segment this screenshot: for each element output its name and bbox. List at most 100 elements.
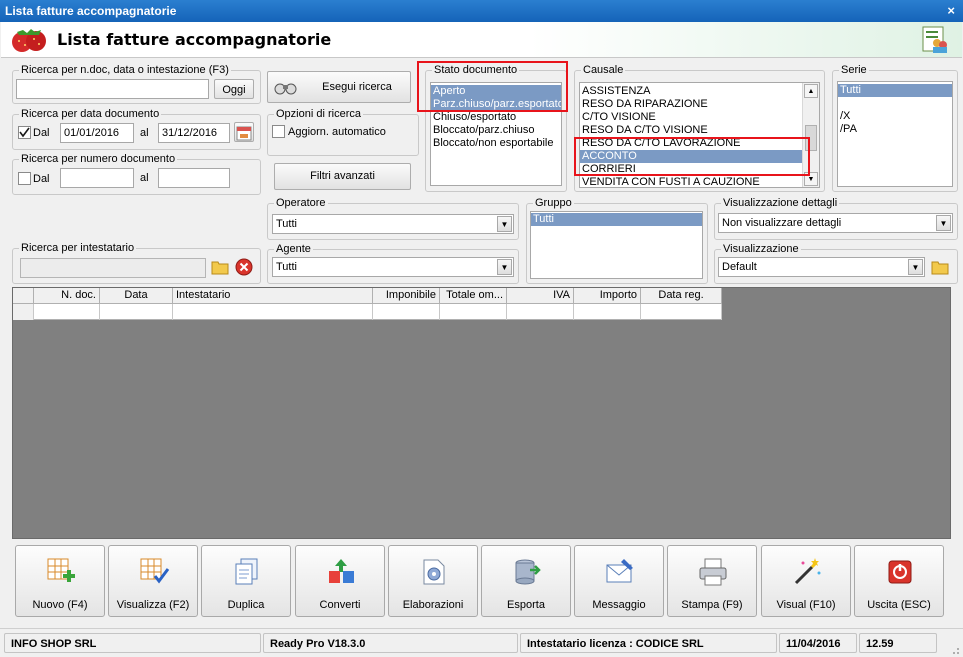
column-header[interactable]: Importo <box>574 288 641 304</box>
list-item[interactable]: RESO DA RIPARAZIONE <box>580 98 819 111</box>
users-list-icon[interactable] <box>922 26 948 54</box>
holder-browse-button[interactable] <box>210 257 230 277</box>
stampa-button[interactable]: Stampa (F9) <box>667 545 757 617</box>
list-item[interactable]: Bloccato/non esportabile <box>431 137 561 150</box>
uscita-button[interactable]: Uscita (ESC) <box>854 545 944 617</box>
search-ndoc-legend: Ricerca per n.doc, data o intestazione (… <box>19 64 231 76</box>
new-grid-icon <box>47 558 75 582</box>
vis-dettagli-value: Non visualizzare dettagli <box>722 217 842 229</box>
column-header[interactable]: Data reg. <box>641 288 722 304</box>
action-label: Visualizza (F2) <box>116 599 190 611</box>
elaborazioni-button[interactable]: Elaborazioni <box>388 545 478 617</box>
page-title: Lista fatture accompagnatorie <box>57 30 332 49</box>
column-header[interactable]: Totale om... <box>440 288 507 304</box>
chevron-down-icon[interactable]: ▼ <box>497 259 512 275</box>
table-cell[interactable] <box>100 304 173 320</box>
table-cell[interactable] <box>440 304 507 320</box>
list-item[interactable]: VENDITA CON FUSTI A CAUZIONE <box>580 176 819 187</box>
vis-dettagli-legend: Visualizzazione dettagli <box>721 197 840 209</box>
row-selector[interactable] <box>13 304 34 320</box>
date-from-input[interactable]: 01/01/2016 <box>60 123 134 143</box>
visualizzazione-folder-button[interactable] <box>930 257 950 277</box>
column-header[interactable]: Intestatario <box>173 288 373 304</box>
calendar-button[interactable] <box>234 122 254 142</box>
column-header[interactable]: Data <box>100 288 173 304</box>
table-cell[interactable] <box>507 304 574 320</box>
export-icon <box>515 559 541 585</box>
search-options-legend: Opzioni di ricerca <box>274 108 363 120</box>
close-icon[interactable]: × <box>947 0 955 22</box>
documents-grid[interactable]: N. doc. Data Intestatario Imponibile Totale … <box>12 287 951 539</box>
date-to-input[interactable]: 31/12/2016 <box>158 123 230 143</box>
search-ndoc-input[interactable] <box>16 79 209 99</box>
exit-icon <box>888 560 912 584</box>
search-button[interactable]: Esegui ricerca <box>267 71 411 103</box>
list-item[interactable]: ASSISTENZA <box>580 85 819 98</box>
serie-list[interactable]: Tutti/X/PA <box>837 81 953 187</box>
status-company: INFO SHOP SRL <box>4 633 261 653</box>
list-item[interactable]: C/TO VISIONE <box>580 111 819 124</box>
list-item[interactable]: Tutti <box>531 213 702 226</box>
visual-button[interactable]: Visual (F10) <box>761 545 851 617</box>
column-header[interactable]: N. doc. <box>34 288 100 304</box>
status-license: Intestatario licenza : CODICE SRL <box>520 633 777 653</box>
search-holder-legend: Ricerca per intestatario <box>19 242 137 254</box>
calendar-icon <box>236 126 252 141</box>
search-button-label: Esegui ricerca <box>322 81 392 93</box>
gruppo-list[interactable]: Tutti <box>530 211 703 279</box>
holder-input[interactable] <box>20 258 206 278</box>
column-header[interactable]: IVA <box>507 288 574 304</box>
magic-wand-icon <box>794 558 821 585</box>
number-filter-checkbox[interactable] <box>18 172 31 185</box>
chevron-down-icon[interactable]: ▼ <box>936 215 951 231</box>
message-icon <box>606 559 633 583</box>
agente-legend: Agente <box>274 243 313 255</box>
chevron-down-icon[interactable]: ▼ <box>497 216 512 232</box>
scroll-up-icon[interactable]: ▲ <box>804 84 818 98</box>
table-row[interactable] <box>13 304 722 320</box>
table-cell[interactable] <box>641 304 722 320</box>
agente-select[interactable]: Tutti ▼ <box>272 257 514 277</box>
search-number-legend: Ricerca per numero documento <box>19 153 178 165</box>
list-item[interactable] <box>838 97 952 110</box>
messaggio-button[interactable]: Messaggio <box>574 545 664 617</box>
table-cell[interactable] <box>574 304 641 320</box>
action-label: Visual (F10) <box>776 599 836 611</box>
holder-clear-button[interactable] <box>234 257 254 277</box>
auto-update-checkbox[interactable] <box>272 125 285 138</box>
table-cell[interactable] <box>373 304 440 320</box>
advanced-filters-button[interactable]: Filtri avanzati <box>274 163 411 190</box>
number-to-input[interactable] <box>158 168 230 188</box>
list-item[interactable]: Bloccato/parz.chiuso <box>431 124 561 137</box>
number-al-label: al <box>140 172 149 184</box>
action-label: Messaggio <box>592 599 646 611</box>
action-label: Esporta <box>507 599 545 611</box>
table-cell[interactable] <box>173 304 373 320</box>
strawberry-logo-icon <box>12 29 46 52</box>
resize-grip-icon[interactable] <box>948 643 960 655</box>
operatore-select[interactable]: Tutti ▼ <box>272 214 514 234</box>
visualizzazione-legend: Visualizzazione <box>721 243 801 255</box>
visualizzazione-select[interactable]: Default ▼ <box>718 257 925 277</box>
grid-header: N. doc. Data Intestatario Imponibile Totale … <box>13 288 722 304</box>
list-item[interactable]: /PA <box>838 123 952 136</box>
nuovo-button[interactable]: Nuovo (F4) <box>15 545 105 617</box>
duplica-button[interactable]: Duplica <box>201 545 291 617</box>
list-item[interactable]: Tutti <box>838 84 952 97</box>
number-from-input[interactable] <box>60 168 134 188</box>
column-header[interactable]: Imponibile <box>373 288 440 304</box>
list-item[interactable]: RESO DA C/TO VISIONE <box>580 124 819 137</box>
date-filter-checkbox[interactable] <box>18 126 31 139</box>
esporta-button[interactable]: Esporta <box>481 545 571 617</box>
chevron-down-icon[interactable]: ▼ <box>908 259 923 275</box>
action-label: Converti <box>319 599 361 611</box>
vis-dettagli-select[interactable]: Non visualizzare dettagli ▼ <box>718 213 953 233</box>
list-item[interactable]: Chiuso/esportato <box>431 111 561 124</box>
causale-highlight <box>574 137 810 176</box>
list-item[interactable]: /X <box>838 110 952 123</box>
grid-corner <box>13 288 34 304</box>
converti-button[interactable]: Converti <box>295 545 385 617</box>
visualizza-button[interactable]: Visualizza (F2) <box>108 545 198 617</box>
today-button[interactable]: Oggi <box>214 79 254 99</box>
table-cell[interactable] <box>34 304 100 320</box>
